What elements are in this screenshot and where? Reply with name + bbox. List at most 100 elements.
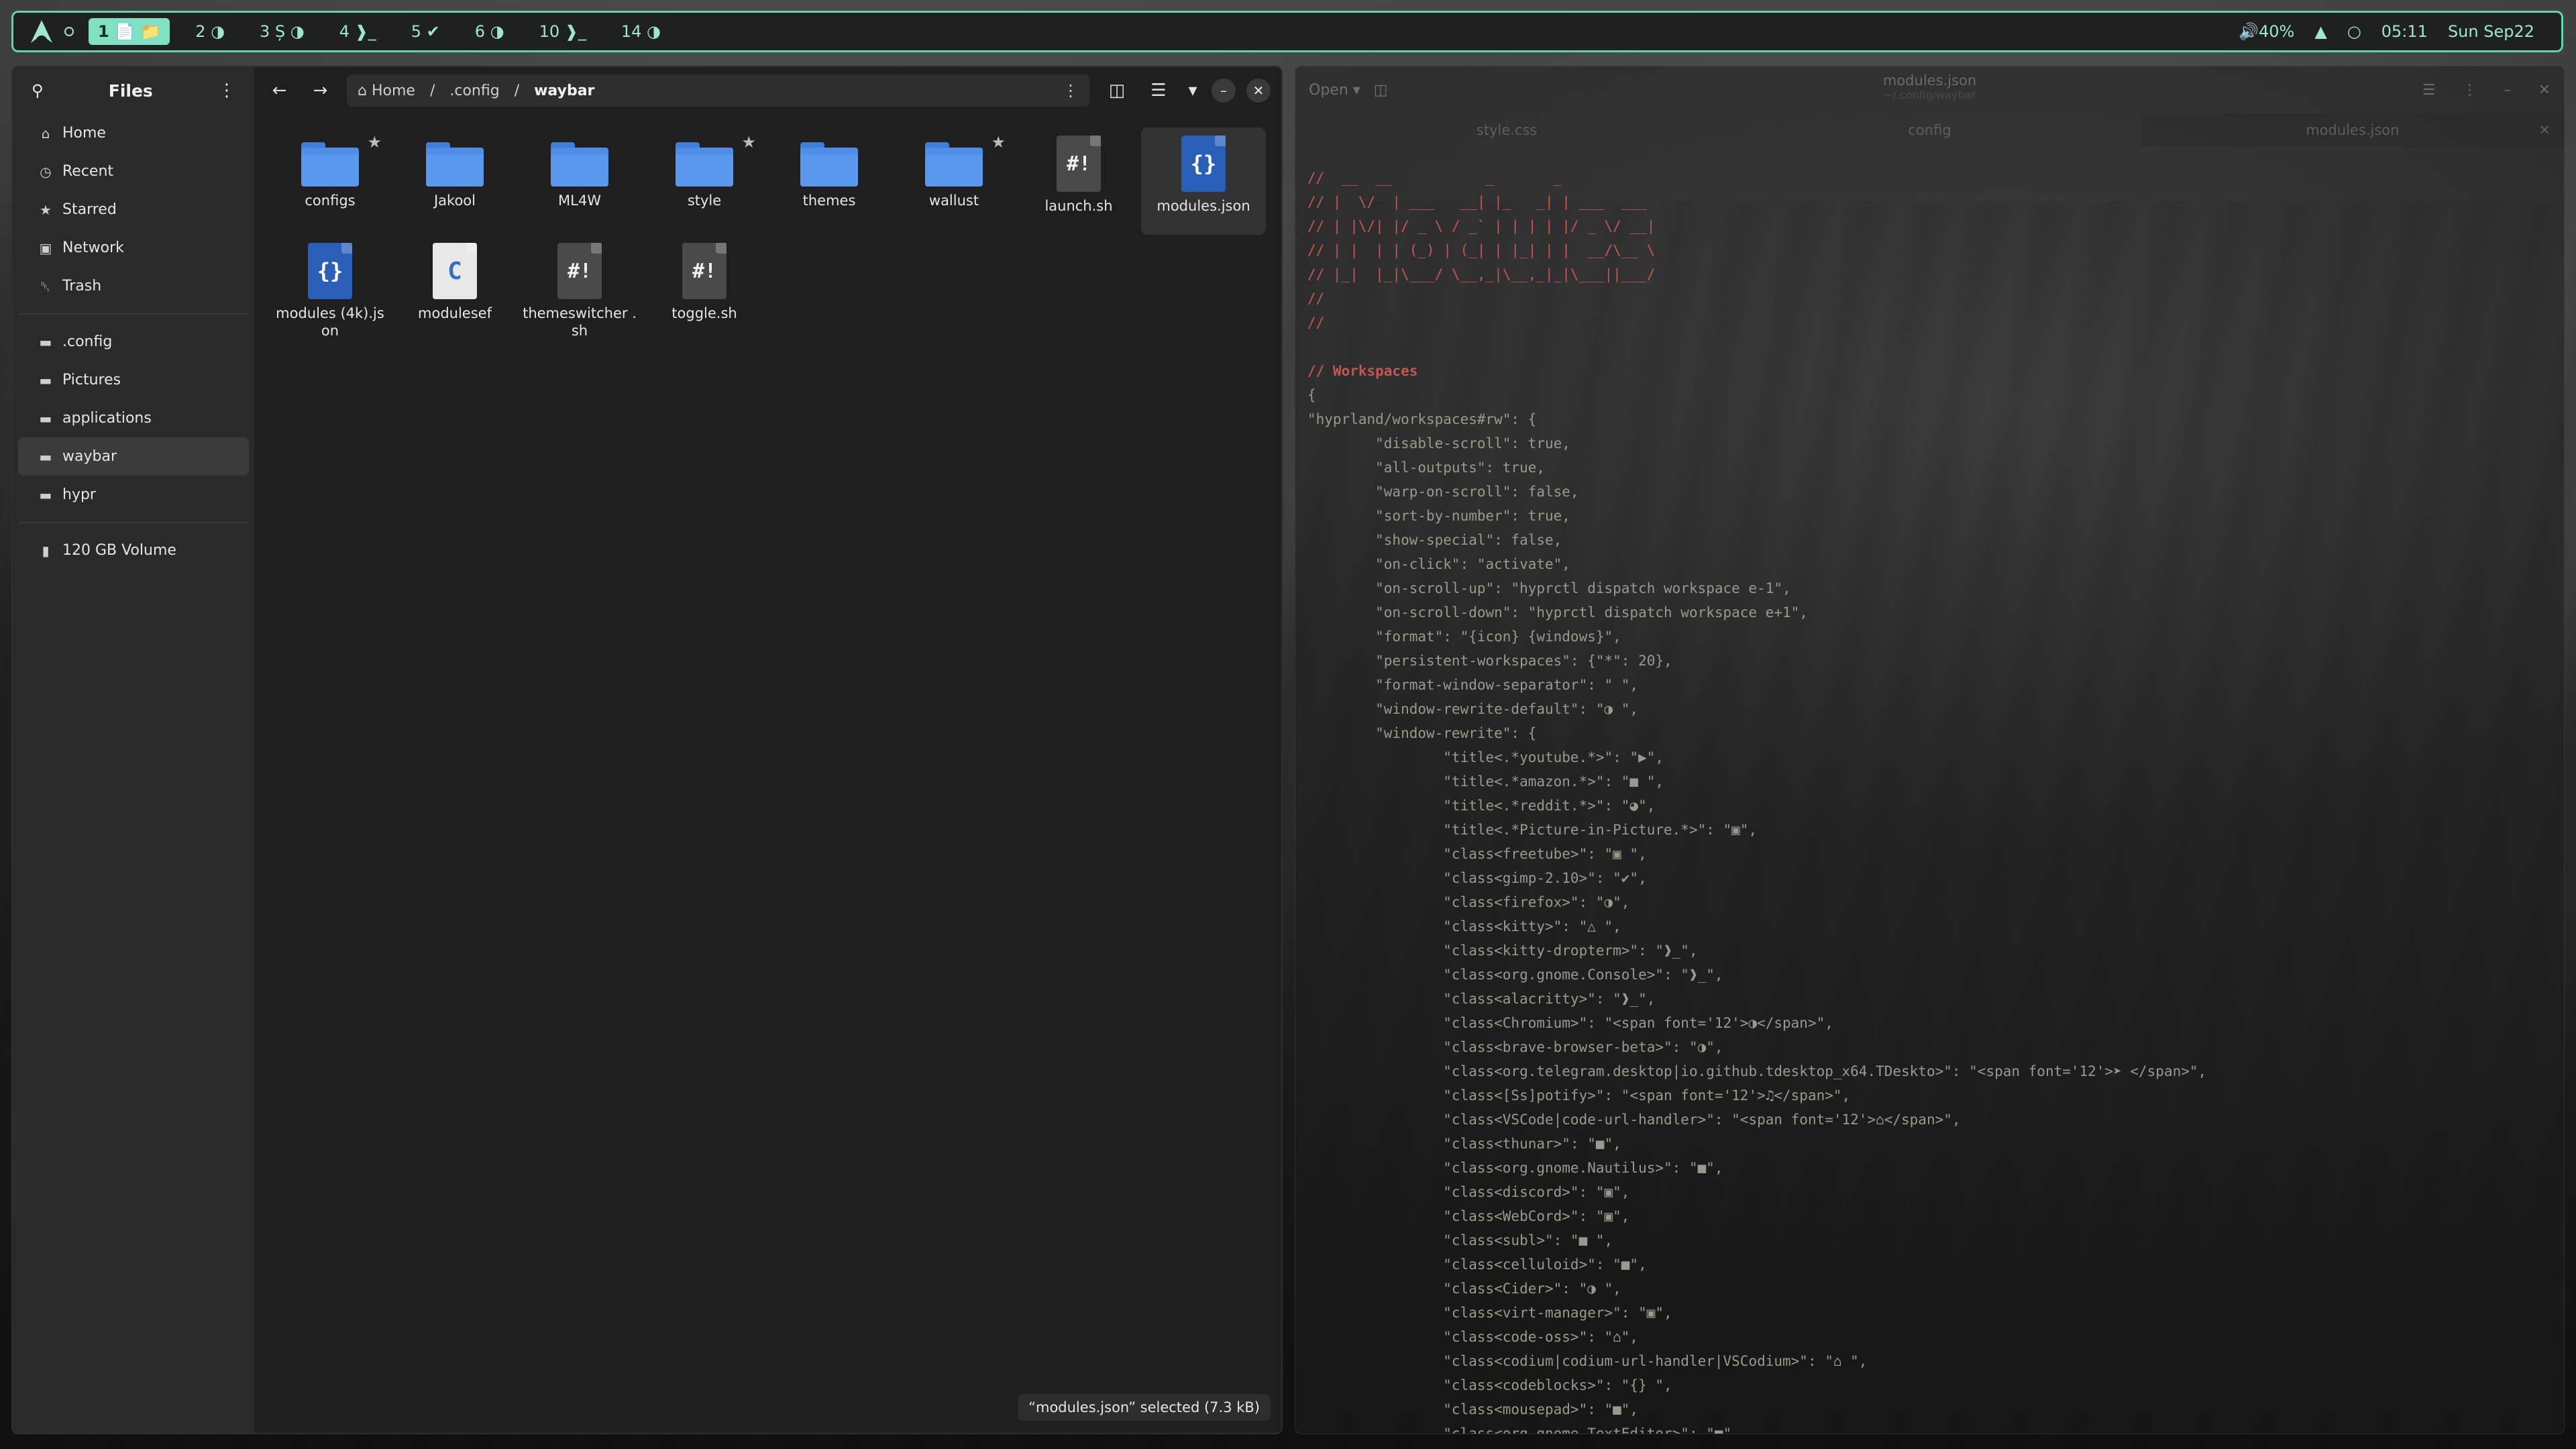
sidebar-item-network[interactable]: ▣ Network xyxy=(18,229,249,267)
trash-icon: ␡ xyxy=(40,278,51,294)
file-item[interactable]: {} modules (4k).json xyxy=(268,235,392,342)
breadcrumb-current[interactable]: waybar xyxy=(534,83,594,99)
json-file-icon: {} xyxy=(308,243,352,299)
folder-icon: ▬ xyxy=(39,372,52,388)
file-name: toggle.sh xyxy=(672,305,737,321)
code-line: "title<.*reddit.*>": "◕", xyxy=(1307,798,1656,814)
breadcrumb-config[interactable]: .config xyxy=(449,83,499,99)
open-button[interactable]: Open ▾ xyxy=(1309,82,1360,99)
code-line: // Workspaces xyxy=(1307,363,1418,379)
close-icon[interactable]: ✕ xyxy=(2538,82,2551,99)
new-folder-icon[interactable]: ◫ xyxy=(1102,75,1132,106)
folder-icon: ▬ xyxy=(39,410,52,427)
file-item[interactable]: Cmodulesef xyxy=(392,235,517,342)
editor-tab[interactable]: modules.json ✕ xyxy=(2141,113,2564,147)
file-name: configs xyxy=(305,193,356,209)
volume-indicator[interactable]: 🔊40% xyxy=(2239,22,2294,41)
breadcrumb-separator: / xyxy=(514,82,520,99)
code-line: "class<discord>": "▣", xyxy=(1307,1184,1630,1200)
folder-item[interactable]: ★ configs xyxy=(268,127,392,235)
sidebar-item-starred[interactable]: ★ Starred xyxy=(18,191,249,229)
back-button[interactable]: ← xyxy=(265,75,294,106)
workspace-button[interactable]: 14 ◑ xyxy=(612,18,670,45)
workspace-button[interactable]: 4 ❱_ xyxy=(330,18,386,45)
file-item[interactable]: #! themeswitcher .sh xyxy=(517,235,642,342)
sidebar-item-label: Pictures xyxy=(62,372,121,388)
code-line: "class<gimp-2.10>": "✔", xyxy=(1307,870,1647,886)
workspace-button[interactable]: 2 ◑ xyxy=(186,18,234,45)
view-options-chevron-icon[interactable]: ▾ xyxy=(1185,75,1201,106)
path-menu-icon[interactable]: ⋮ xyxy=(1063,81,1079,100)
sidebar-item-label: Trash xyxy=(62,278,102,294)
code-line: "hyprland/workspaces#rw": { xyxy=(1307,411,1537,427)
workspace-button[interactable]: 1 📄 📁 xyxy=(89,18,170,45)
code-line: "class<virt-manager>": "▣", xyxy=(1307,1305,1672,1321)
workspace-button[interactable]: 6 ◑ xyxy=(466,18,514,45)
sidebar-item-label: 120 GB Volume xyxy=(62,542,176,559)
search-icon[interactable]: ⚲ xyxy=(32,81,44,100)
new-tab-icon[interactable]: ◫ xyxy=(1374,82,1388,99)
sidebar-title: Files xyxy=(108,80,153,101)
folder-item[interactable]: themes xyxy=(767,127,892,235)
code-line: // __ __ _ _ xyxy=(1307,170,1562,186)
minimize-button[interactable]: – xyxy=(1212,78,1236,103)
code-line: "title<.*youtube.*>": "▶", xyxy=(1307,749,1664,765)
sidebar-item-label: Recent xyxy=(62,163,114,180)
kebab-menu-icon[interactable]: ⋮ xyxy=(2463,82,2477,99)
sidebar-bookmark-item[interactable]: ▬ .config xyxy=(18,323,249,361)
clock-date[interactable]: Sun Sep22 xyxy=(2448,22,2534,41)
sidebar-bookmark-item[interactable]: ▬ hypr xyxy=(18,476,249,514)
sidebar-bookmark-item[interactable]: ▬ waybar xyxy=(18,437,249,476)
forward-button[interactable]: → xyxy=(306,75,335,106)
script-file-icon: #! xyxy=(1057,136,1101,192)
editor-subtitle: ~/.config/waybar xyxy=(1883,89,1976,101)
code-line: "class<VSCode|code-url-handler>": "<span… xyxy=(1307,1112,1961,1128)
file-item[interactable]: #! toggle.sh xyxy=(642,235,767,342)
file-name: wallust xyxy=(928,193,979,209)
file-name: themeswitcher .sh xyxy=(523,305,637,339)
code-line: "class<org.gnome.TextEditor>": "■", xyxy=(1307,1426,1740,1434)
menu-kebab-icon[interactable]: ⋮ xyxy=(218,80,235,101)
star-icon[interactable]: ★ xyxy=(741,133,756,152)
clock-time[interactable]: 05:11 xyxy=(2381,22,2428,41)
sidebar-bookmark-item[interactable]: ▬ applications xyxy=(18,399,249,437)
script-file-icon: #! xyxy=(557,243,602,299)
workspace-button[interactable]: 10 ❱_ xyxy=(530,18,596,45)
sidebar-item-home[interactable]: ⌂ Home xyxy=(18,114,249,152)
view-toggle-icon[interactable]: ☰ xyxy=(1143,75,1174,106)
status-dot-icon[interactable]: ○ xyxy=(2347,22,2361,41)
tab-close-icon[interactable]: ✕ xyxy=(2538,113,2551,147)
arch-logo-icon[interactable] xyxy=(28,18,55,45)
file-name: modules (4k).json xyxy=(276,305,384,339)
notification-icon[interactable]: ▲ xyxy=(2314,22,2326,41)
file-item[interactable]: {} modules.json xyxy=(1141,127,1266,235)
script-file-icon: #! xyxy=(682,243,727,299)
workspace-button[interactable]: 5 ✔ xyxy=(402,18,449,45)
sidebar-item-recent[interactable]: ◷ Recent xyxy=(18,152,249,191)
minimize-icon[interactable]: – xyxy=(2504,82,2512,99)
sidebar-item-label: applications xyxy=(62,410,152,427)
code-line: "class<freetube>": "▣ ", xyxy=(1307,846,1647,862)
editor-title: modules.json xyxy=(1882,72,1977,89)
sidebar-item-trash[interactable]: ␡ Trash xyxy=(18,267,249,305)
code-view[interactable]: // __ __ _ _ // | \/ | ___ __| |_ _| | __… xyxy=(1307,166,2564,1434)
star-icon[interactable]: ★ xyxy=(991,133,1006,152)
workspace-button[interactable]: 3 Ș ◑ xyxy=(250,18,314,45)
editor-tab[interactable]: config xyxy=(1718,113,2141,147)
breadcrumb-home[interactable]: ⌂ Home xyxy=(358,83,415,99)
close-button[interactable]: ✕ xyxy=(1246,78,1271,103)
hamburger-menu-icon[interactable]: ☰ xyxy=(2422,82,2436,99)
sidebar-bookmark-item[interactable]: ▬ Pictures xyxy=(18,361,249,399)
sidebar-item-volume[interactable]: ▮ 120 GB Volume xyxy=(18,531,249,570)
folder-item[interactable]: ★ wallust xyxy=(892,127,1016,235)
folder-item[interactable]: ★ style xyxy=(642,127,767,235)
star-icon[interactable]: ★ xyxy=(367,133,382,152)
folder-item[interactable]: ML4W xyxy=(517,127,642,235)
breadcrumb: ⌂ Home / .config / waybar ⋮ xyxy=(347,74,1089,107)
code-line: "class<codeblocks>": "{} ", xyxy=(1307,1377,1672,1393)
code-line: "persistent-workspaces": {"*": 20}, xyxy=(1307,653,1672,669)
folder-item[interactable]: Jakool xyxy=(392,127,517,235)
editor-tab[interactable]: style.css xyxy=(1295,113,1718,147)
file-item[interactable]: #! launch.sh xyxy=(1016,127,1141,235)
network-icon: ▣ xyxy=(39,239,52,256)
